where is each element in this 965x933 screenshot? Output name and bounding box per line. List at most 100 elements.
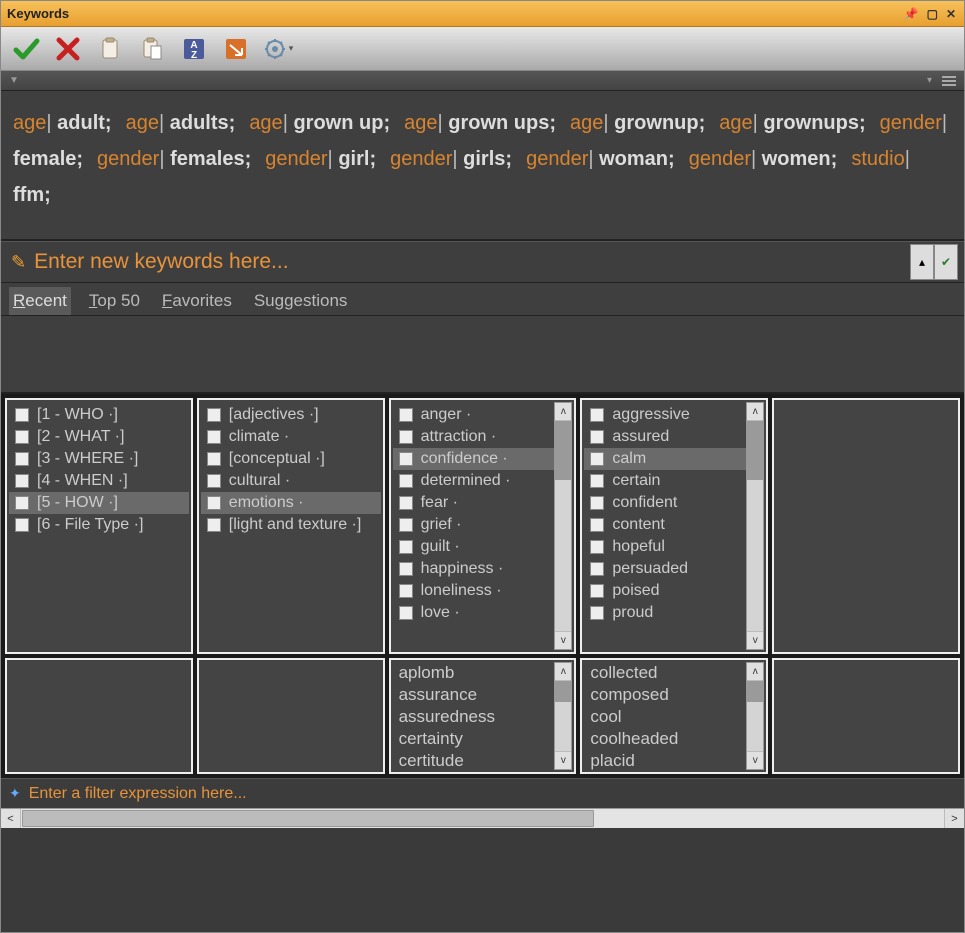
entry-up-button[interactable]: ▴ xyxy=(910,244,934,280)
checkbox[interactable] xyxy=(399,496,413,510)
keyword-chip[interactable]: age| grownups; xyxy=(719,112,865,134)
scroll-down-button[interactable]: v xyxy=(747,631,763,649)
list-item[interactable]: climate · xyxy=(201,426,381,448)
tab-top50[interactable]: Top 50 xyxy=(85,287,144,315)
accept-button[interactable] xyxy=(9,32,43,66)
list-item[interactable]: [4 - WHEN ·] xyxy=(9,470,189,492)
list-item[interactable]: fear · xyxy=(393,492,555,514)
keyword-chip[interactable]: age| grown up; xyxy=(249,112,390,134)
list-item[interactable]: confident xyxy=(584,492,746,514)
list-item[interactable]: proud xyxy=(584,602,746,624)
checkbox[interactable] xyxy=(399,452,413,466)
list-item[interactable]: persuaded xyxy=(584,558,746,580)
tab-suggestions[interactable]: Suggestions xyxy=(250,287,352,315)
list-item[interactable]: composed xyxy=(586,684,762,706)
tab-recent[interactable]: Recent xyxy=(9,287,71,315)
list-item[interactable]: content xyxy=(584,514,746,536)
checkbox[interactable] xyxy=(15,408,29,422)
list-item[interactable]: guilt · xyxy=(393,536,555,558)
horizontal-scrollbar[interactable]: < > xyxy=(1,808,964,828)
checkbox[interactable] xyxy=(590,518,604,532)
keyword-chip[interactable]: gender| woman; xyxy=(526,148,675,170)
checkbox[interactable] xyxy=(399,540,413,554)
list-item[interactable]: love · xyxy=(393,602,555,624)
keyword-chip[interactable]: age| grown ups; xyxy=(404,112,556,134)
list-item[interactable]: [light and texture ·] xyxy=(201,514,381,536)
checkbox[interactable] xyxy=(207,518,221,532)
scroll-down-button[interactable]: v xyxy=(747,751,763,769)
list-item[interactable]: certain xyxy=(584,470,746,492)
checkbox[interactable] xyxy=(399,518,413,532)
scroll-up-button[interactable]: ʌ xyxy=(555,403,571,421)
scrollbar[interactable]: ʌ v xyxy=(554,662,572,770)
minimize-icon[interactable]: ▢ xyxy=(925,7,940,21)
list-item[interactable]: hopeful xyxy=(584,536,746,558)
keyword-chip[interactable]: age| adult; xyxy=(13,112,112,134)
checkbox[interactable] xyxy=(399,562,413,576)
entry-confirm-button[interactable]: ✔ xyxy=(934,244,958,280)
cancel-button[interactable] xyxy=(51,32,85,66)
apply-button[interactable] xyxy=(219,32,253,66)
keyword-chip[interactable]: gender| women; xyxy=(689,148,838,170)
settings-button[interactable] xyxy=(261,32,295,66)
scroll-right-button[interactable]: > xyxy=(944,809,964,828)
scroll-up-button[interactable]: ʌ xyxy=(747,403,763,421)
list-item[interactable]: [conceptual ·] xyxy=(201,448,381,470)
list-item[interactable]: [3 - WHERE ·] xyxy=(9,448,189,470)
list-item[interactable]: assured xyxy=(584,426,746,448)
checkbox[interactable] xyxy=(207,408,221,422)
menu-icon[interactable] xyxy=(942,76,956,86)
list-item[interactable]: emotions · xyxy=(201,492,381,514)
list-item[interactable]: cultural · xyxy=(201,470,381,492)
checkbox[interactable] xyxy=(399,474,413,488)
keyword-chip[interactable]: gender| females; xyxy=(97,148,251,170)
scroll-down-button[interactable]: v xyxy=(555,751,571,769)
scroll-up-button[interactable]: ʌ xyxy=(555,663,571,681)
list-item[interactable]: happiness · xyxy=(393,558,555,580)
list-item[interactable]: placid xyxy=(586,750,762,772)
list-item[interactable]: anger · xyxy=(393,404,555,426)
list-item[interactable]: aggressive xyxy=(584,404,746,426)
checkbox[interactable] xyxy=(590,474,604,488)
keyword-chip[interactable]: gender| girl; xyxy=(265,148,376,170)
scrollbar[interactable]: ʌ v xyxy=(746,662,764,770)
list-item[interactable]: assurance xyxy=(395,684,571,706)
checkbox[interactable] xyxy=(399,430,413,444)
checkbox[interactable] xyxy=(15,474,29,488)
list-item[interactable]: coolheaded xyxy=(586,728,762,750)
checkbox[interactable] xyxy=(399,408,413,422)
list-item[interactable]: certainty xyxy=(395,728,571,750)
filter-input[interactable] xyxy=(29,785,956,803)
sort-az-button[interactable]: AZ xyxy=(177,32,211,66)
list-item[interactable]: collected xyxy=(586,662,762,684)
close-icon[interactable]: ✕ xyxy=(944,7,958,21)
list-item[interactable]: [6 - File Type ·] xyxy=(9,514,189,536)
checkbox[interactable] xyxy=(399,606,413,620)
list-item[interactable]: certitude xyxy=(395,750,571,772)
scroll-up-button[interactable]: ʌ xyxy=(747,663,763,681)
checkbox[interactable] xyxy=(399,584,413,598)
list-item[interactable]: calm xyxy=(584,448,746,470)
checkbox[interactable] xyxy=(15,518,29,532)
list-item[interactable]: attraction · xyxy=(393,426,555,448)
scrollbar[interactable]: ʌ v xyxy=(554,402,572,650)
paste-button[interactable] xyxy=(135,32,169,66)
list-item[interactable]: aplomb xyxy=(395,662,571,684)
checkbox[interactable] xyxy=(590,606,604,620)
keyword-chip[interactable]: age| grownup; xyxy=(570,112,705,134)
checkbox[interactable] xyxy=(207,452,221,466)
list-item[interactable]: assuredness xyxy=(395,706,571,728)
list-item[interactable]: cool xyxy=(586,706,762,728)
keyword-chip[interactable]: gender| girls; xyxy=(390,148,512,170)
checkbox[interactable] xyxy=(207,430,221,444)
checkbox[interactable] xyxy=(590,452,604,466)
keyword-input[interactable] xyxy=(34,250,910,274)
expand-icon[interactable]: ▼ xyxy=(9,75,19,86)
list-item[interactable]: grief · xyxy=(393,514,555,536)
tab-favorites[interactable]: Favorites xyxy=(158,287,236,315)
checkbox[interactable] xyxy=(207,474,221,488)
list-item[interactable]: poised xyxy=(584,580,746,602)
checkbox[interactable] xyxy=(590,430,604,444)
list-item[interactable]: [adjectives ·] xyxy=(201,404,381,426)
list-item[interactable]: confidence · xyxy=(393,448,555,470)
